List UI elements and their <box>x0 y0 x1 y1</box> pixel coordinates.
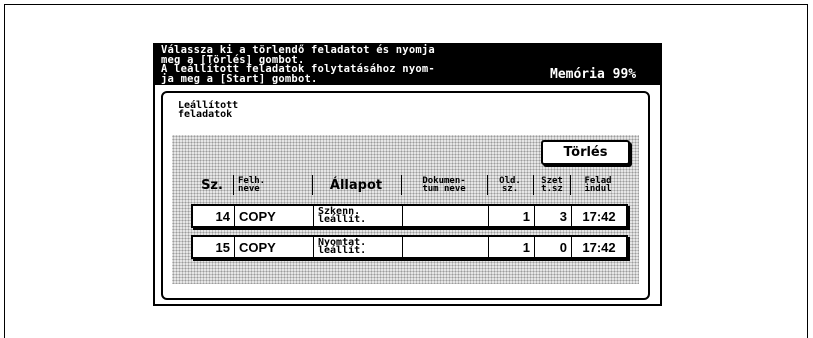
column-header-text: indul <box>584 184 612 194</box>
column-header-text: tum neve <box>422 184 466 194</box>
column-header-sets: Szet t.sz <box>534 173 570 197</box>
column-header-start: Felad indul <box>571 173 625 197</box>
column-header-user: Felh. neve <box>234 173 306 197</box>
column-header-document: Dokumen-tum neve <box>402 173 486 197</box>
message-header: Válassza ki a törlendő feladatot és nyom… <box>155 45 660 85</box>
job-user: COPY <box>235 237 314 257</box>
column-header-status: Állapot <box>313 173 399 197</box>
job-document-name <box>403 206 489 226</box>
job-user: COPY <box>235 206 314 226</box>
job-list-area: Törlés Sz. Felh. neve Állapot Dokumen-tum… <box>172 135 639 284</box>
job-number: 14 <box>193 206 235 226</box>
column-header-text: Sz. <box>201 177 223 193</box>
control-panel-screen: Válassza ki a törlendő feladatot és nyom… <box>153 43 662 306</box>
panel-title-line: feladatok <box>178 109 233 120</box>
stopped-jobs-panel: Leállított feladatok Törlés Sz. Felh. nev… <box>161 91 650 300</box>
column-header-text: sz. <box>501 184 519 194</box>
job-sets: 3 <box>535 206 572 226</box>
job-row[interactable]: 15 COPY Nyomtat. leállít. 1 0 17:42 <box>191 235 628 259</box>
column-header-text: Állapot <box>329 177 383 193</box>
job-status: Nyomtat. leállít. <box>314 237 403 257</box>
job-document-name <box>403 237 489 257</box>
job-status: Szkenn. leállít. <box>314 206 403 226</box>
memory-indicator: Memória 99% <box>550 67 637 82</box>
job-row[interactable]: 14 COPY Szkenn. leállít. 1 3 17:42 <box>191 204 628 228</box>
column-header-text: neve <box>238 184 260 194</box>
job-start-time: 17:42 <box>582 208 616 224</box>
column-header-number: Sz. <box>194 173 230 197</box>
job-sets: 0 <box>535 237 572 257</box>
column-header-pages: Old. sz. <box>488 173 532 197</box>
job-pages: 1 <box>489 206 535 226</box>
job-status-line: leállít. <box>318 214 367 225</box>
column-header-text: t.sz <box>541 184 563 194</box>
job-start-time: 17:42 <box>582 239 616 255</box>
job-number: 15 <box>193 237 235 257</box>
panel-title: Leállított feladatok <box>178 101 238 120</box>
delete-button[interactable]: Törlés <box>541 140 630 165</box>
job-pages: 1 <box>489 237 535 257</box>
instruction-message: Válassza ki a törlendő feladatot és nyom… <box>161 45 531 85</box>
job-status-line: leállít. <box>318 245 367 256</box>
instruction-line: ja meg a [Start] gombot. <box>161 72 318 85</box>
